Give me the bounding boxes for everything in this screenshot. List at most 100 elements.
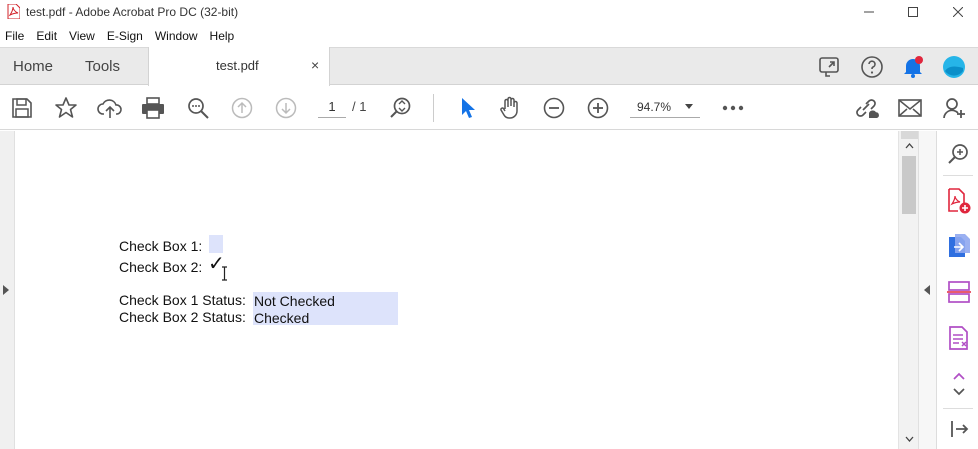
zoom-in-icon [587, 97, 609, 119]
email-icon [898, 99, 922, 117]
page-total: / 1 [352, 99, 367, 114]
collapse-right-icon [924, 285, 930, 295]
tab-close-button[interactable]: × [311, 57, 319, 73]
account-avatar[interactable] [941, 54, 967, 80]
right-tool-pane [936, 131, 978, 449]
create-pdf-icon [948, 188, 971, 214]
menu-edit[interactable]: Edit [30, 26, 63, 46]
minimize-icon [864, 11, 874, 13]
close-icon [953, 7, 963, 17]
hand-tool-button[interactable] [497, 95, 523, 121]
share-link-icon [856, 99, 879, 118]
add-user-button[interactable] [941, 95, 967, 121]
chevron-down-icon[interactable] [685, 104, 693, 109]
status1-label: Check Box 1 Status: [119, 292, 246, 308]
export-pdf-button[interactable] [946, 233, 972, 259]
checkbox-1[interactable] [209, 235, 223, 253]
bell-icon [904, 56, 923, 78]
previous-page-icon [231, 97, 253, 119]
scroll-down-icon[interactable] [905, 436, 914, 442]
exit-panel-button[interactable] [946, 416, 972, 442]
search-tool-button[interactable] [946, 141, 972, 167]
scroll-thumb[interactable] [902, 156, 916, 214]
text-cursor-icon [222, 266, 227, 281]
create-pdf-button[interactable] [946, 188, 972, 214]
main-toolbar: 1 / 1 94.7% [0, 86, 978, 130]
exit-panel-icon [951, 421, 969, 437]
next-page-button[interactable] [273, 95, 299, 121]
email-button[interactable] [897, 95, 923, 121]
menu-help[interactable]: Help [204, 26, 241, 46]
minimize-button[interactable] [846, 0, 892, 24]
edit-form-icon [949, 326, 968, 350]
menu-view[interactable]: View [63, 26, 101, 46]
find-icon [188, 98, 209, 119]
menu-bar: File Edit View E-Sign Window Help [0, 26, 978, 46]
print-icon [142, 97, 164, 119]
avatar-icon [943, 56, 965, 78]
scroll-up-icon[interactable] [905, 143, 914, 149]
organize-pages-icon [947, 281, 971, 303]
add-user-icon [943, 98, 965, 119]
right-panel-toggle[interactable] [918, 131, 936, 449]
export-pdf-icon [949, 234, 970, 257]
menu-file[interactable]: File [0, 26, 30, 46]
tab-home[interactable]: Home [0, 48, 70, 85]
zoom-in-button[interactable] [585, 95, 611, 121]
window-title: test.pdf - Adobe Acrobat Pro DC (32-bit) [26, 5, 239, 19]
previous-page-button[interactable] [229, 95, 255, 121]
pane-separator [943, 175, 973, 176]
left-panel-toggle[interactable] [0, 131, 15, 449]
status2-field[interactable]: Checked [254, 310, 309, 326]
find-button[interactable] [185, 95, 211, 121]
expand-left-icon [3, 285, 9, 295]
expand-collapse-button[interactable] [946, 371, 972, 397]
organize-pages-button[interactable] [946, 279, 972, 305]
vertical-scrollbar[interactable] [898, 131, 918, 449]
tab-document-label: test.pdf [216, 58, 259, 73]
help-button[interactable] [859, 54, 885, 80]
zoom-search-icon [948, 144, 968, 164]
checkbox2-label: Check Box 2: [119, 259, 203, 275]
zoom-out-button[interactable] [541, 95, 567, 121]
tab-document[interactable]: test.pdf × [148, 47, 330, 86]
menu-esign[interactable]: E-Sign [101, 26, 149, 46]
title-bar: test.pdf - Adobe Acrobat Pro DC (32-bit) [0, 0, 978, 24]
more-tools-button[interactable] [720, 95, 746, 121]
bookmark-star-icon [55, 97, 77, 118]
pane-separator-bottom [943, 408, 973, 409]
more-icon [722, 105, 744, 111]
share-screen-button[interactable] [817, 54, 843, 80]
notifications-button[interactable] [900, 54, 926, 80]
toolbar-divider [433, 94, 434, 122]
tab-tools[interactable]: Tools [72, 48, 148, 85]
status2-label: Check Box 2 Status: [119, 309, 246, 325]
acrobat-app-icon [7, 4, 20, 19]
zoom-out-icon [543, 97, 565, 119]
hand-icon [500, 96, 518, 119]
menu-window[interactable]: Window [149, 26, 204, 46]
bookmark-button[interactable] [53, 95, 79, 121]
tab-bar: Home Tools test.pdf × [0, 47, 978, 86]
print-button[interactable] [140, 95, 166, 121]
page-number-input[interactable]: 1 [318, 98, 346, 118]
page-zoom-button[interactable] [388, 95, 414, 121]
maximize-icon [908, 7, 918, 17]
status1-field[interactable]: Not Checked [254, 293, 335, 309]
maximize-button[interactable] [890, 0, 936, 24]
checkbox1-label: Check Box 1: [119, 238, 203, 254]
close-window-button[interactable] [935, 0, 978, 24]
share-link-button[interactable] [853, 95, 879, 121]
document-page[interactable]: Check Box 1: Check Box 2: ✓ Check Box 1 … [16, 131, 898, 449]
help-icon [861, 56, 883, 78]
page-zoom-icon [390, 97, 411, 118]
save-button[interactable] [9, 95, 35, 121]
edit-form-button[interactable] [946, 325, 972, 351]
select-arrow-icon [462, 98, 475, 118]
next-page-icon [275, 97, 297, 119]
share-screen-icon [819, 57, 839, 77]
select-tool-button[interactable] [454, 95, 480, 121]
upload-button[interactable] [97, 95, 123, 121]
upload-cloud-icon [97, 99, 122, 118]
expand-collapse-icon [953, 372, 965, 396]
